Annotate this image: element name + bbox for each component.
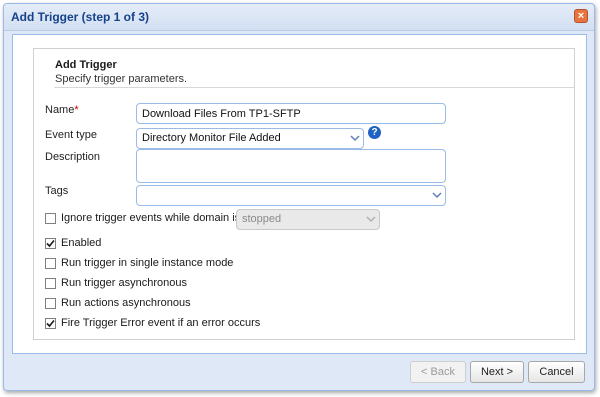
chevron-down-icon bbox=[362, 210, 379, 229]
single-instance-label[interactable]: Run trigger in single instance mode bbox=[61, 257, 233, 269]
cancel-button[interactable]: Cancel bbox=[528, 361, 585, 383]
option-enabled: Enabled bbox=[45, 237, 345, 253]
help-icon[interactable]: ? bbox=[368, 126, 381, 139]
ignore-events-checkbox[interactable] bbox=[45, 213, 56, 224]
option-actions-async: Run actions asynchronous bbox=[45, 297, 345, 313]
single-instance-checkbox[interactable] bbox=[45, 258, 56, 269]
run-async-checkbox[interactable] bbox=[45, 278, 56, 289]
section-title: Add Trigger bbox=[55, 59, 117, 71]
next-button[interactable]: Next > bbox=[470, 361, 524, 383]
fire-error-label[interactable]: Fire Trigger Error event if an error occ… bbox=[61, 317, 260, 329]
fire-error-checkbox[interactable] bbox=[45, 318, 56, 329]
required-marker: * bbox=[74, 104, 79, 116]
enabled-checkbox[interactable] bbox=[45, 238, 56, 249]
enabled-label[interactable]: Enabled bbox=[61, 237, 101, 249]
section-subtitle: Specify trigger parameters. bbox=[55, 73, 188, 85]
event-type-select[interactable]: Directory Monitor File Added bbox=[136, 128, 364, 149]
back-button[interactable]: < Back bbox=[410, 361, 466, 383]
dialog-title: Add Trigger (step 1 of 3) bbox=[11, 10, 150, 24]
domain-state-value: stopped bbox=[242, 213, 282, 225]
dialog-body: Add Trigger Specify trigger parameters. … bbox=[12, 34, 587, 354]
chevron-down-icon[interactable] bbox=[346, 129, 363, 148]
chevron-down-icon[interactable] bbox=[428, 186, 445, 205]
add-trigger-dialog: Add Trigger (step 1 of 3) × Add Trigger … bbox=[3, 3, 595, 391]
option-single-instance: Run trigger in single instance mode bbox=[45, 257, 345, 273]
actions-async-checkbox[interactable] bbox=[45, 298, 56, 309]
option-fire-error: Fire Trigger Error event if an error occ… bbox=[45, 317, 345, 333]
dialog-footer: < Back Next > Cancel bbox=[4, 356, 594, 392]
ignore-events-label[interactable]: Ignore trigger events while domain is bbox=[61, 212, 240, 224]
tags-label: Tags bbox=[45, 185, 69, 197]
section-divider bbox=[54, 87, 574, 88]
ignore-events-row: Ignore trigger events while domain is bbox=[45, 212, 245, 228]
description-label: Description bbox=[45, 151, 101, 163]
option-run-async: Run trigger asynchronous bbox=[45, 277, 345, 293]
actions-async-label[interactable]: Run actions asynchronous bbox=[61, 297, 191, 309]
name-label: Name* bbox=[45, 104, 79, 116]
dialog-titlebar[interactable]: Add Trigger (step 1 of 3) × bbox=[4, 4, 594, 31]
close-icon[interactable]: × bbox=[574, 9, 588, 23]
tags-select[interactable] bbox=[136, 185, 446, 206]
domain-state-select: stopped bbox=[236, 209, 380, 230]
event-type-label: Event type bbox=[45, 129, 97, 141]
run-async-label[interactable]: Run trigger asynchronous bbox=[61, 277, 187, 289]
event-type-value: Directory Monitor File Added bbox=[142, 132, 281, 144]
name-field[interactable] bbox=[136, 103, 446, 124]
description-field[interactable] bbox=[136, 149, 446, 183]
